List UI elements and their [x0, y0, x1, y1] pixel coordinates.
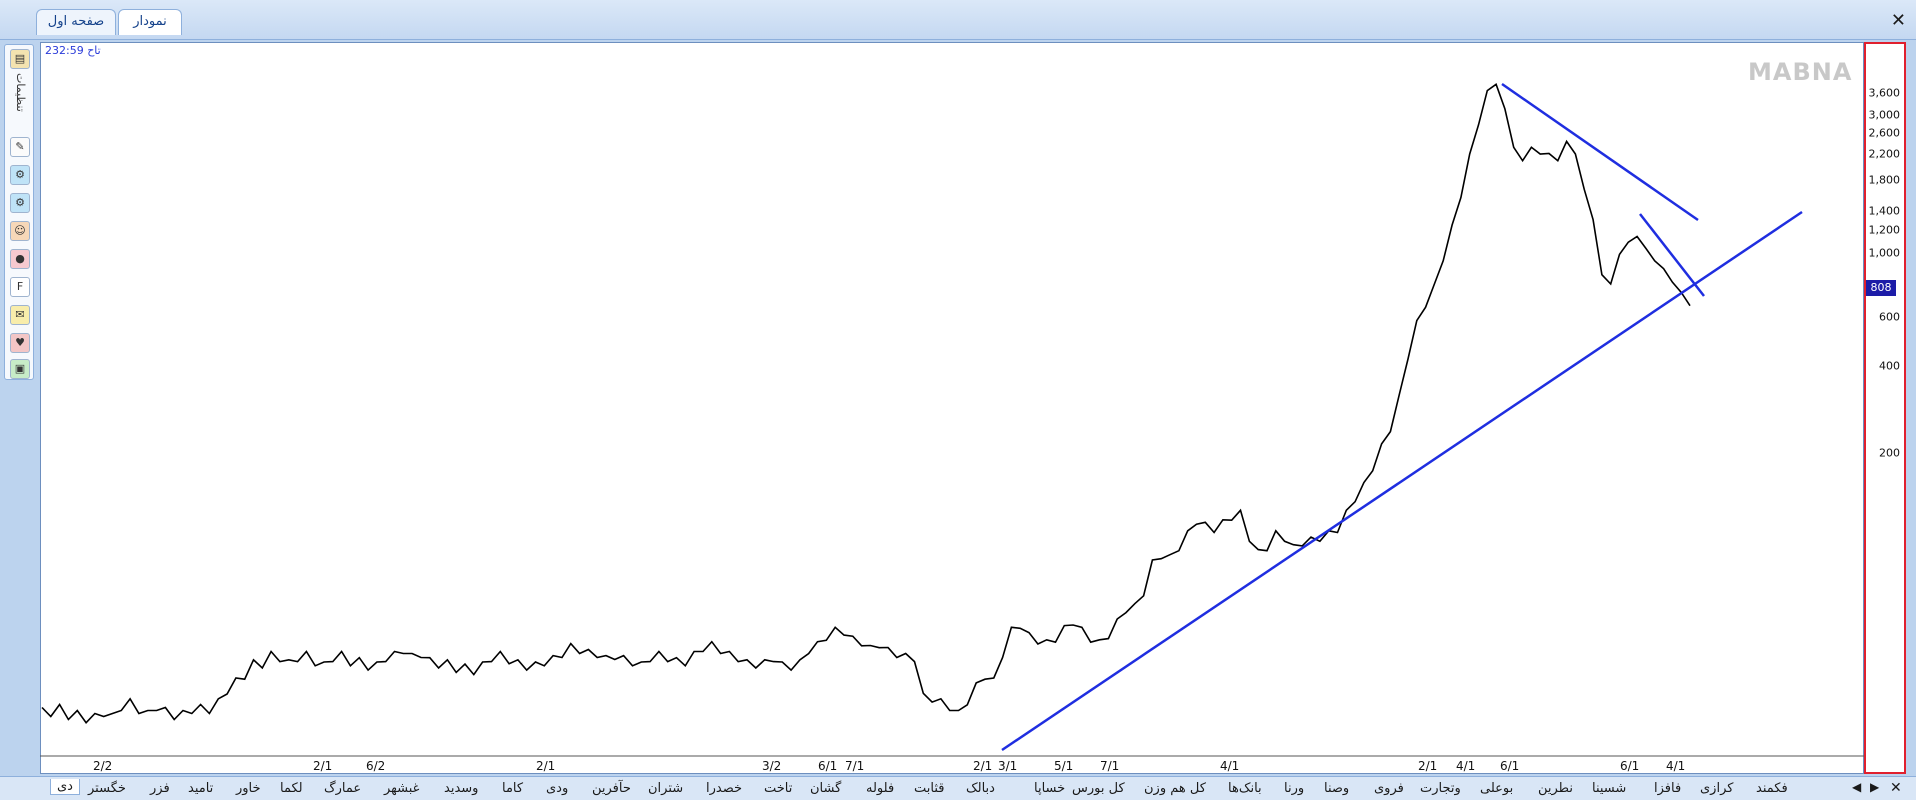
y-tick-label: 1,800 [1868, 173, 1901, 187]
close-symbols-icon[interactable]: ✕ [1890, 780, 1902, 796]
symbol-tab[interactable]: کاما [502, 781, 523, 796]
symbol-tab[interactable]: لکما [280, 781, 303, 796]
price-series-line [41, 83, 1691, 724]
y-tick-label: 1,200 [1868, 223, 1901, 237]
symbol-tab[interactable]: وصنا [1324, 781, 1349, 796]
x-tick-label: 2/1 [536, 759, 556, 773]
scroll-right-icon[interactable]: ▶ [1870, 780, 1879, 794]
x-tick-label: 2/1 [313, 759, 333, 773]
x-tick-label: 5/1 [1054, 759, 1074, 773]
x-tick-label: 6/1 [818, 759, 838, 773]
symbol-tab[interactable]: خگستر [88, 781, 126, 796]
scroll-left-icon[interactable]: ◀ [1852, 780, 1861, 794]
trendline-2 [1501, 82, 1699, 222]
symbol-tab-bar: دی خگستر فزر تامید خاور لکما عمارگ غبشهر وسدید کا… [0, 776, 1916, 800]
price-chart [40, 82, 1864, 757]
symbol-tab[interactable]: کل هم وزن [1144, 781, 1206, 796]
y-tick-label: 1,000 [1868, 246, 1901, 260]
x-tick-label: 6/2 [366, 759, 386, 773]
x-tick-label: 7/1 [845, 759, 865, 773]
x-tick-label: 4/1 [1456, 759, 1476, 773]
x-tick-label: 3/1 [998, 759, 1018, 773]
y-tick-label: 3,600 [1868, 86, 1901, 100]
symbol-tab[interactable]: فزر [150, 781, 170, 796]
x-tick-label: 6/1 [1620, 759, 1640, 773]
y-tick-label: 2,600 [1868, 126, 1901, 140]
symbol-tab[interactable]: کل بورس [1072, 781, 1125, 796]
symbol-tab[interactable]: کرازی [1700, 781, 1733, 796]
symbol-tab[interactable]: بانک‌ها [1228, 781, 1262, 796]
trendline-3 [1639, 213, 1705, 297]
x-tick-label: 4/1 [1220, 759, 1240, 773]
symbol-tab[interactable]: ورنا [1284, 781, 1304, 796]
symbol-tab[interactable]: خساپا [1034, 781, 1065, 796]
symbol-tab[interactable]: خاور [236, 781, 261, 796]
y-tick-label: 600 [1879, 310, 1900, 324]
symbol-tab[interactable]: شتران [648, 781, 683, 796]
x-tick-label: 4/1 [1666, 759, 1686, 773]
symbol-tab[interactable]: فلوله [866, 781, 894, 796]
symbol-tab[interactable]: فکمند [1756, 781, 1788, 796]
current-price-badge: 808 [1866, 280, 1896, 296]
symbol-tab[interactable]: وتجارت [1420, 781, 1461, 796]
x-tick-label: 2/1 [973, 759, 993, 773]
trendline-1 [1001, 210, 1803, 752]
symbol-tab[interactable]: نطرین [1538, 781, 1573, 796]
y-tick-label: 2,200 [1868, 147, 1901, 161]
symbol-tab[interactable]: بوعلی [1480, 781, 1513, 796]
y-tick-label: 1,400 [1868, 204, 1901, 218]
symbol-tab[interactable]: عمارگ [324, 781, 361, 796]
x-tick-label: 3/2 [762, 759, 782, 773]
x-tick-label: 6/1 [1500, 759, 1520, 773]
symbol-tab[interactable]: شسینا [1592, 781, 1626, 796]
y-tick-label: 400 [1879, 359, 1900, 373]
x-tick-label: 2/1 [1418, 759, 1438, 773]
symbol-tab[interactable]: تامید [188, 781, 213, 796]
symbol-tab[interactable]: قثابت [914, 781, 944, 796]
symbol-tab[interactable]: دبالک [966, 781, 995, 796]
symbol-tab[interactable]: فافزا [1654, 781, 1681, 796]
symbol-tab[interactable]: گشان [810, 781, 841, 796]
symbol-tab[interactable]: حآفرین [592, 781, 631, 796]
x-tick-label: 2/2 [93, 759, 113, 773]
symbol-tab[interactable]: غبشهر [384, 781, 419, 796]
y-tick-label: 200 [1879, 446, 1900, 460]
symbol-tab[interactable]: فروی [1374, 781, 1404, 796]
x-tick-label: 7/1 [1100, 759, 1120, 773]
symbol-tab[interactable]: تاخت [764, 781, 792, 796]
symbol-tab[interactable]: وسدید [444, 781, 478, 796]
symbol-tab[interactable]: خصدرا [706, 781, 742, 796]
symbol-tab[interactable]: دی [50, 779, 80, 795]
y-tick-label: 3,000 [1868, 108, 1901, 122]
symbol-tab[interactable]: ودی [546, 781, 568, 796]
